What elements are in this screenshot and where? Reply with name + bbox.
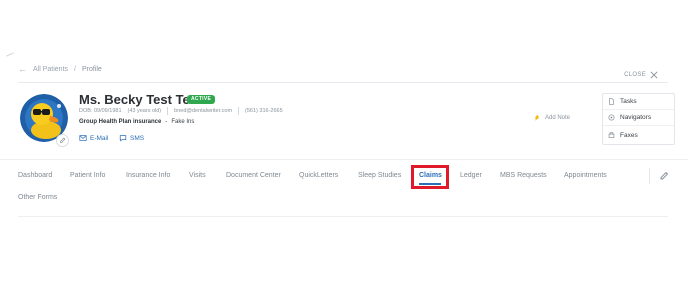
tab-other-forms[interactable]: Other Forms <box>18 194 57 201</box>
patient-email[interactable]: bned@dentalwriter.com <box>174 108 232 114</box>
insurance-dash: - <box>165 119 168 125</box>
tab-insurance-info[interactable]: Insurance Info <box>126 172 170 179</box>
status-badge: ACTIVE <box>187 95 216 104</box>
side-item-faxes[interactable]: Faxes <box>603 127 674 143</box>
tab-dashboard[interactable]: Dashboard <box>18 172 52 179</box>
tab-visits[interactable]: Visits <box>189 172 206 179</box>
side-item-navigators[interactable]: Navigators <box>603 110 674 126</box>
pin-icon <box>534 114 539 121</box>
patient-meta: DOB: 09/09/1981 (43 years old) bned@dent… <box>79 107 283 115</box>
close-icon <box>650 71 658 79</box>
patient-phone[interactable]: (561) 316-2665 <box>245 108 283 114</box>
breadcrumb-all-patients[interactable]: All Patients <box>33 66 68 73</box>
patient-age: (43 years old) <box>127 108 162 114</box>
insurance-plan: Group Health Plan insurance <box>79 119 162 125</box>
quick-links-panel: Tasks Navigators Faxes <box>602 93 675 145</box>
section-divider <box>0 159 688 160</box>
add-note-button[interactable]: Add Note <box>533 114 570 122</box>
breadcrumb: ← All Patients / Profile <box>18 64 102 74</box>
top-divider <box>18 82 668 83</box>
pencil-icon <box>60 137 66 143</box>
patient-insurance: Group Health Plan insurance - Fake Ins <box>79 119 194 125</box>
tab-quickletters[interactable]: QuickLetters <box>299 172 338 179</box>
meta-divider <box>167 107 169 115</box>
email-button[interactable]: E-Mail <box>79 134 108 142</box>
insurance-company: Fake Ins <box>171 119 195 125</box>
fax-icon <box>608 131 615 138</box>
tab-mbs-requests[interactable]: MBS Requests <box>500 172 547 179</box>
side-item-label: Faxes <box>620 131 638 139</box>
breadcrumb-separator: / <box>74 65 76 73</box>
breadcrumb-current: Profile <box>81 65 102 73</box>
side-item-tasks[interactable]: Tasks <box>603 94 674 110</box>
back-arrow-icon[interactable]: ← <box>18 64 27 74</box>
tabs-divider <box>649 168 650 184</box>
chat-bubble-icon <box>119 135 127 142</box>
patient-dob: DOB: 09/09/1981 <box>79 108 122 114</box>
close-label: CLOSE <box>624 72 646 78</box>
tab-patient-info[interactable]: Patient Info <box>70 172 105 179</box>
edit-tabs-pencil-icon[interactable] <box>659 171 669 181</box>
side-item-label: Navigators <box>620 114 652 121</box>
envelope-icon <box>79 135 87 141</box>
document-icon <box>609 98 614 105</box>
sms-label: SMS <box>130 134 145 142</box>
tab-sleep-studies[interactable]: Sleep Studies <box>358 172 401 179</box>
compass-icon <box>608 114 615 121</box>
side-item-label: Tasks <box>620 98 637 105</box>
tab-appointments[interactable]: Appointments <box>564 172 607 179</box>
corner-mark <box>6 52 14 57</box>
claims-highlight-box <box>411 165 449 189</box>
meta-divider <box>238 107 240 115</box>
avatar-edit-button[interactable] <box>56 134 69 147</box>
tab-document-center[interactable]: Document Center <box>226 172 281 179</box>
add-note-label: Add Note <box>545 115 571 121</box>
close-button[interactable]: CLOSE <box>624 71 658 79</box>
email-label: E-Mail <box>90 134 109 142</box>
bottom-divider <box>18 216 668 217</box>
tab-ledger[interactable]: Ledger <box>460 172 482 179</box>
patient-name: Ms. Becky Test Test <box>79 92 202 107</box>
sms-button[interactable]: SMS <box>119 134 144 142</box>
